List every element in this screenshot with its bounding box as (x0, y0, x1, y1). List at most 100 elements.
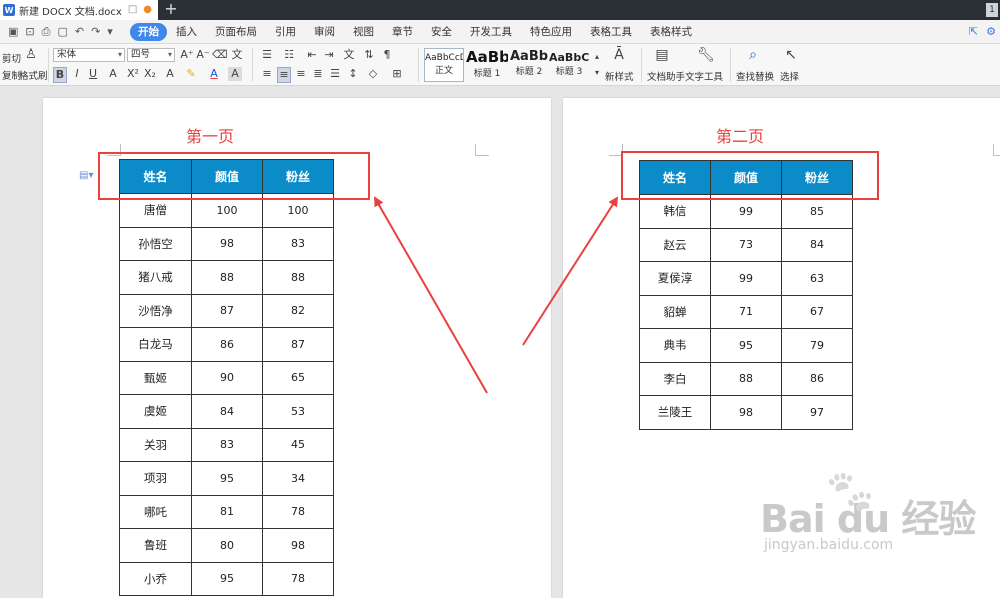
fans-cell[interactable]: 65 (262, 360, 334, 395)
cursor-icon[interactable]: ↖ (784, 48, 798, 62)
decrease-indent-icon[interactable]: ⇤ (305, 48, 319, 62)
phonetic-icon[interactable]: 文 (230, 48, 244, 62)
looks-cell[interactable]: 90 (191, 360, 263, 395)
table-row[interactable]: 赵云 73 84 (639, 227, 853, 262)
borders-icon[interactable]: ⊞ (390, 67, 404, 81)
looks-cell[interactable]: 83 (191, 427, 263, 462)
fans-cell[interactable]: 34 (262, 461, 334, 496)
looks-cell[interactable]: 84 (191, 394, 263, 429)
style-preset[interactable]: AaBbC 标题 3 (549, 48, 589, 82)
looks-cell[interactable]: 81 (191, 494, 263, 529)
bold-icon[interactable]: B (53, 67, 67, 83)
looks-cell[interactable]: 98 (710, 395, 782, 430)
new-style-icon[interactable]: Ā (612, 48, 626, 62)
fans-cell[interactable]: 98 (262, 528, 334, 563)
settings-icon[interactable]: ⚙ (986, 25, 996, 38)
save-icon[interactable]: ▣ (8, 25, 18, 39)
new-style-button[interactable]: 新样式 (605, 69, 634, 83)
strikethrough-icon[interactable]: A (106, 67, 120, 81)
fans-cell[interactable]: 67 (781, 294, 853, 329)
cut-button[interactable]: 剪切 (2, 51, 21, 65)
document-tab[interactable]: W 新建 DOCX 文档.docx □ ● (0, 0, 158, 20)
fans-cell[interactable]: 53 (262, 394, 334, 429)
search-icon[interactable]: ⌕ (746, 48, 760, 62)
wrench-icon[interactable]: 🔧︎ (697, 48, 715, 62)
name-cell[interactable]: 典韦 (639, 328, 711, 363)
table-row[interactable]: 小乔 95 78 (119, 561, 334, 596)
doc-helper-button[interactable]: 文档助手 (647, 69, 685, 83)
fans-cell[interactable]: 45 (262, 427, 334, 462)
gallery-up-icon[interactable]: ▴ (590, 50, 604, 64)
fans-cell[interactable]: 97 (781, 395, 853, 430)
font-size-select[interactable]: 四号 ▾ (127, 48, 175, 62)
fans-cell[interactable]: 86 (781, 361, 853, 396)
ribbon-tab[interactable]: 章节 (383, 23, 422, 41)
name-cell[interactable]: 虞姬 (119, 394, 192, 429)
ribbon-tab[interactable]: 视图 (344, 23, 383, 41)
ribbon-tab[interactable]: 开始 (130, 23, 167, 41)
name-cell[interactable]: 沙悟净 (119, 293, 192, 328)
shrink-font-icon[interactable]: A⁻ (196, 48, 210, 62)
select-button[interactable]: 选择 (780, 69, 799, 83)
ribbon-tab[interactable]: 引用 (266, 23, 305, 41)
gallery-down-icon[interactable]: ▾ (590, 66, 604, 80)
table-row[interactable]: 孙悟空 98 83 (119, 226, 334, 261)
looks-cell[interactable]: 98 (191, 226, 263, 261)
table-row[interactable]: 李白 88 86 (639, 361, 853, 396)
highlight-icon[interactable]: ✎ (184, 67, 198, 81)
font-name-select[interactable]: 宋体 ▾ (53, 48, 125, 62)
grow-font-icon[interactable]: A⁺ (180, 48, 194, 62)
ribbon-tab[interactable]: 开发工具 (461, 23, 521, 41)
fans-cell[interactable]: 84 (781, 227, 853, 262)
find-replace-button[interactable]: 查找替换 (736, 69, 774, 83)
fans-cell[interactable]: 78 (262, 561, 334, 596)
window-count-badge[interactable]: 1 (986, 3, 998, 17)
sort-icon[interactable]: ⇅ (362, 48, 376, 62)
name-cell[interactable]: 孙悟空 (119, 226, 192, 261)
chinese-layout-icon[interactable]: 文 (342, 48, 356, 62)
table-row[interactable]: 哪吒 81 78 (119, 494, 334, 529)
looks-cell[interactable]: 80 (191, 528, 263, 563)
table-row[interactable]: 兰陵王 98 97 (639, 395, 853, 430)
name-cell[interactable]: 白龙马 (119, 327, 192, 362)
clear-format-icon[interactable]: ⌫ (212, 48, 228, 62)
table-row[interactable]: 白龙马 86 87 (119, 327, 334, 362)
name-cell[interactable]: 夏侯淳 (639, 261, 711, 296)
print-icon[interactable]: ⎙ (42, 25, 51, 39)
comment-icon[interactable]: □ (128, 4, 137, 15)
name-cell[interactable]: 哪吒 (119, 494, 192, 529)
shading-icon[interactable]: ◇ (366, 67, 380, 81)
name-cell[interactable]: 兰陵王 (639, 395, 711, 430)
looks-cell[interactable]: 99 (710, 261, 782, 296)
table-row[interactable]: 鲁班 80 98 (119, 528, 334, 563)
looks-cell[interactable]: 88 (710, 361, 782, 396)
name-cell[interactable]: 鲁班 (119, 528, 192, 563)
underline-icon[interactable]: U (86, 67, 100, 81)
fans-cell[interactable]: 82 (262, 293, 334, 328)
ribbon-tab[interactable]: 插入 (167, 23, 206, 41)
open-icon[interactable]: ⊡ (25, 25, 34, 39)
numbered-list-icon[interactable]: ☷ (282, 48, 296, 62)
table-row[interactable]: 典韦 95 79 (639, 328, 853, 363)
doc-helper-icon[interactable]: ▤ (655, 48, 669, 62)
distributed-icon[interactable]: ☰ (328, 67, 342, 81)
font-color-icon[interactable]: A (207, 67, 221, 81)
looks-cell[interactable]: 71 (710, 294, 782, 329)
style-preset[interactable]: AaBb 标题 1 (466, 48, 508, 82)
format-painter-icon[interactable]: ♙ (24, 48, 38, 62)
name-cell[interactable]: 赵云 (639, 227, 711, 262)
share-icon[interactable]: ⇱ (969, 25, 978, 38)
char-shading-icon[interactable]: A (228, 67, 242, 81)
table-row[interactable]: 貂蝉 71 67 (639, 294, 853, 329)
table-row[interactable]: 甄姬 90 65 (119, 360, 334, 395)
redo-icon[interactable]: ↷ (91, 25, 100, 39)
ribbon-tab[interactable]: 特色应用 (521, 23, 581, 41)
looks-cell[interactable]: 88 (191, 260, 263, 295)
fans-cell[interactable]: 88 (262, 260, 334, 295)
preview-icon[interactable]: ▢ (57, 25, 67, 39)
style-preset[interactable]: AaBbCcDd 正文 (424, 48, 464, 82)
style-preset[interactable]: AaBb(标题 2 (510, 48, 548, 82)
name-cell[interactable]: 猪八戒 (119, 260, 192, 295)
more-icon[interactable]: ▾ (107, 25, 113, 39)
data-table-page-1[interactable]: 姓名 颜值 粉丝 唐僧 100 100 孙悟空 98 83 猪八戒 88 88 沙悟净 87 82 白龙马 8… (119, 159, 334, 596)
